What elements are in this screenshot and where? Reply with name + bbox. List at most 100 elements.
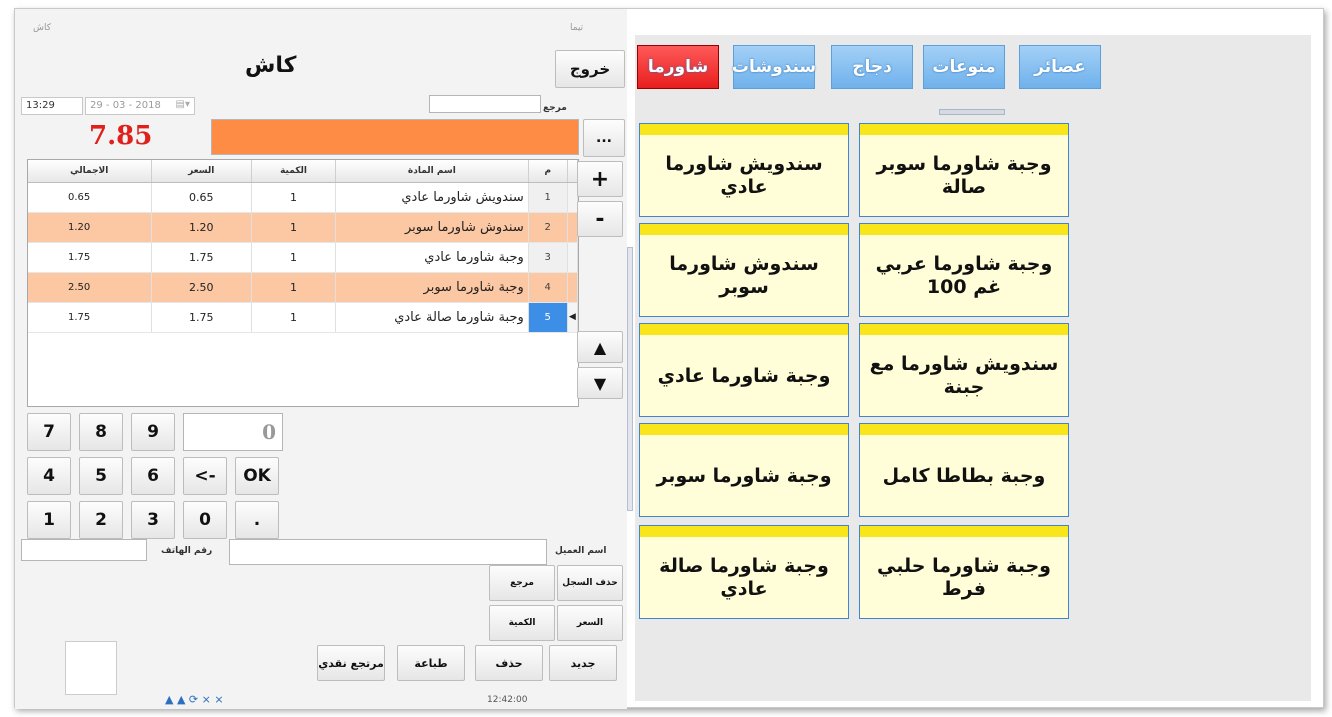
key-4[interactable]: 4 — [27, 457, 71, 495]
tab-misc[interactable]: منوعات — [923, 45, 1005, 89]
col-price-header[interactable]: السعر — [151, 160, 252, 183]
more-button[interactable]: ... — [583, 119, 625, 157]
row-pointer — [567, 212, 578, 243]
phone-label: رقم الهاتف — [161, 546, 213, 556]
row-qty: 1 — [251, 212, 337, 243]
product-label: وجبة شاورما عادي — [657, 364, 831, 387]
calendar-icon[interactable]: ▤▾ — [176, 99, 190, 110]
row-price: 1.75 — [151, 302, 252, 333]
product-label: سندويش شاورما مع جبنة — [869, 353, 1059, 398]
table-row[interactable]: 1.20 1.20 1 سندوش شاورما سوبر 2 — [28, 212, 578, 243]
decrease-qty-button[interactable]: - — [577, 201, 623, 237]
print-button[interactable]: طباعة — [397, 645, 465, 681]
key-9[interactable]: 9 — [131, 413, 175, 451]
key-8[interactable]: 8 — [79, 413, 123, 451]
tile-strip — [860, 324, 1068, 335]
key-decimal[interactable]: . — [235, 501, 279, 539]
table-row-selected[interactable]: 1.75 1.75 1 وجبة شاورما صالة عادي 5 ◀ — [28, 302, 578, 333]
delete-button[interactable]: حذف — [475, 645, 543, 681]
key-5[interactable]: 5 — [79, 457, 123, 495]
product-tile[interactable]: سندويش شاورما عادي — [639, 123, 849, 217]
product-tile[interactable]: وجبة شاورما حلبي فرط — [859, 525, 1069, 619]
key-backspace[interactable]: <- — [183, 457, 227, 495]
product-tile[interactable]: وجبة شاورما عادي — [639, 323, 849, 417]
product-label: وجبة شاورما حلبي فرط — [877, 555, 1051, 600]
panel-splitter[interactable] — [627, 247, 633, 511]
increase-qty-button[interactable]: + — [577, 161, 623, 197]
status-time: 12:42:00 — [487, 695, 528, 705]
reference-field[interactable] — [429, 95, 541, 113]
table-row[interactable]: 2.50 2.50 1 وجبة شاورما سوبر 4 — [28, 272, 578, 303]
time-field[interactable]: 13:29 — [21, 97, 83, 115]
tab-juices[interactable]: عصائر — [1019, 45, 1101, 89]
price-button[interactable]: السعر — [557, 605, 623, 641]
row-pointer-arrow-icon: ◀ — [567, 302, 578, 333]
date-value: 29 - 03 - 2018 — [90, 100, 161, 111]
customer-name-label: اسم العميل — [555, 546, 607, 556]
grand-total: 7.85 — [89, 121, 153, 151]
scroll-handle[interactable] — [939, 109, 1005, 115]
tile-strip — [640, 224, 848, 235]
delete-record-button[interactable]: حذف السجل — [557, 565, 623, 601]
row-qty: 1 — [251, 242, 337, 273]
phone-field[interactable] — [21, 539, 147, 561]
product-label: وجبة شاورما عربي غم 100 — [875, 253, 1053, 298]
key-1[interactable]: 1 — [27, 501, 71, 539]
row-total: 2.50 — [28, 272, 152, 303]
tile-strip — [640, 526, 848, 537]
row-pointer — [567, 272, 578, 303]
key-7[interactable]: 7 — [27, 413, 71, 451]
row-total: 1.75 — [28, 242, 152, 273]
product-tile[interactable]: وجبة شاورما صالة عادي — [639, 525, 849, 619]
row-price: 1.20 — [151, 212, 252, 243]
product-tile[interactable]: وجبة بطاطا كامل — [859, 423, 1069, 517]
col-total-header[interactable]: الاجمالي — [28, 160, 152, 183]
row-pointer — [567, 182, 578, 213]
col-name-header[interactable]: اسم المادة — [335, 160, 529, 183]
tab-shawarma[interactable]: شاورما — [637, 45, 719, 89]
tile-strip — [860, 526, 1068, 537]
key-2[interactable]: 2 — [79, 501, 123, 539]
barcode-input[interactable] — [211, 119, 579, 155]
order-grid[interactable]: الاجمالي السعر الكمية اسم المادة م 0.65 … — [27, 159, 579, 407]
cash-return-button[interactable]: مرتجع نقدي — [317, 645, 385, 681]
tile-strip — [860, 124, 1068, 135]
tile-strip — [640, 424, 848, 435]
new-button[interactable]: جديد — [549, 645, 617, 681]
table-row[interactable]: 0.65 0.65 1 سندويش شاورما عادي 1 — [28, 182, 578, 213]
tab-chicken[interactable]: دجاج — [831, 45, 913, 89]
tab-sandwiches[interactable]: سندوشات — [732, 45, 816, 89]
key-6[interactable]: 6 — [131, 457, 175, 495]
date-picker[interactable]: 29 - 03 - 2018 ▤▾ — [85, 97, 195, 115]
row-qty: 1 — [251, 182, 337, 213]
scroll-down-button[interactable]: ▼ — [577, 367, 623, 399]
row-index: 5 — [528, 302, 568, 333]
product-label: وجبة شاورما سوبر صالة — [876, 153, 1052, 198]
grid-header-row: الاجمالي السعر الكمية اسم المادة م — [28, 160, 578, 183]
product-tile[interactable]: وجبة شاورما سوبر صالة — [859, 123, 1069, 217]
product-label: سندوش شاورما سوبر — [669, 253, 819, 298]
table-row[interactable]: 1.75 1.75 1 وجبة شاورما عادي 3 — [28, 242, 578, 273]
key-0[interactable]: 0 — [183, 501, 227, 539]
tile-strip — [640, 324, 848, 335]
quantity-button[interactable]: الكمية — [489, 605, 555, 641]
key-ok[interactable]: OK — [235, 457, 279, 495]
col-qty-header[interactable]: الكمية — [251, 160, 337, 183]
side-box — [65, 641, 117, 695]
exit-button[interactable]: خروج — [555, 50, 625, 88]
product-label: سندويش شاورما عادي — [665, 153, 823, 198]
keypad-display[interactable]: 0 — [183, 413, 283, 451]
key-3[interactable]: 3 — [131, 501, 175, 539]
product-tile[interactable]: سندوش شاورما سوبر — [639, 223, 849, 317]
product-tile[interactable]: وجبة شاورما سوبر — [639, 423, 849, 517]
product-tile[interactable]: سندويش شاورما مع جبنة — [859, 323, 1069, 417]
scroll-up-button[interactable]: ▲ — [577, 331, 623, 363]
row-name: وجبة شاورما صالة عادي — [335, 302, 529, 333]
window-title-right: تيما — [570, 23, 584, 33]
product-label: وجبة بطاطا كامل — [882, 464, 1046, 487]
row-name: وجبة شاورما عادي — [335, 242, 529, 273]
reference-button[interactable]: مرجع — [489, 565, 555, 601]
col-idx-header[interactable]: م — [528, 160, 568, 183]
product-tile[interactable]: وجبة شاورما عربي غم 100 — [859, 223, 1069, 317]
customer-name-field[interactable] — [229, 539, 547, 565]
